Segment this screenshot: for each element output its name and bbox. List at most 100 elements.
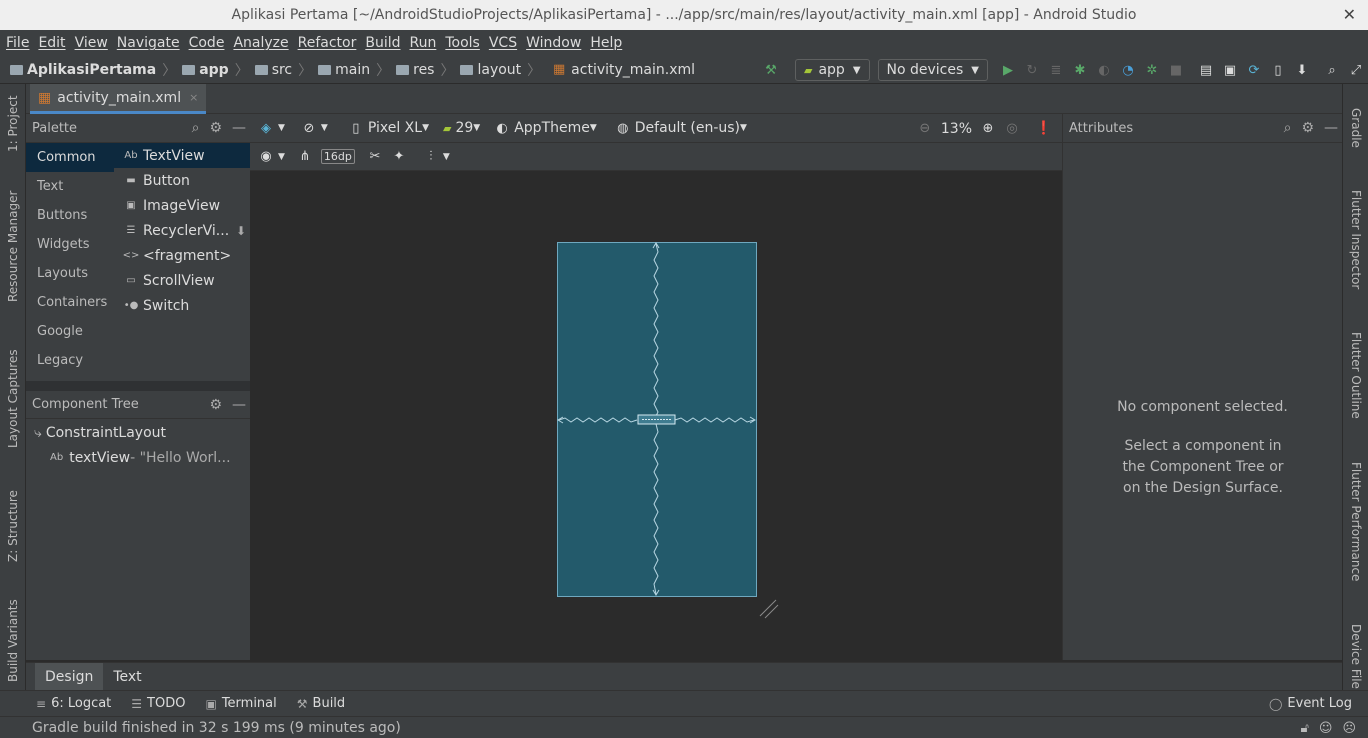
tool-event-log[interactable]: ◯ Event Log [1269, 696, 1352, 711]
guidelines-icon[interactable]: ⫶ [423, 149, 439, 165]
palette-item-textview[interactable]: Ab TextView [114, 143, 250, 168]
minimize-icon[interactable]: — [232, 397, 246, 413]
tool-resource-manager[interactable]: Resource Manager [6, 191, 20, 302]
minimize-icon[interactable]: — [1324, 120, 1338, 136]
sdk-download-icon[interactable]: ⬇ [1294, 62, 1310, 78]
eye-icon[interactable]: ◉ [258, 149, 274, 165]
tab-design[interactable]: Design [35, 662, 104, 691]
apply-changes-icon[interactable]: ↻ [1024, 62, 1040, 78]
orientation-icon[interactable]: ⊘ [301, 120, 317, 136]
tool-device-file[interactable]: Device File [1349, 624, 1363, 689]
palette-item-switch[interactable]: •● Switch [114, 293, 250, 318]
palette-category[interactable]: Google [26, 317, 114, 346]
tool-build-variants[interactable]: Build Variants [6, 599, 20, 682]
zoom-out-icon[interactable]: ⊖ [917, 121, 933, 137]
blueprint-screen[interactable] [557, 242, 757, 597]
palette-category[interactable]: Containers [26, 288, 114, 317]
panel-divider[interactable] [26, 381, 250, 391]
debug-icon[interactable]: ✱ [1072, 62, 1088, 78]
palette-item-button[interactable]: ▬ Button [114, 168, 250, 193]
tool-project[interactable]: 1: Project [6, 95, 20, 152]
close-window-icon[interactable]: ✕ [1343, 5, 1356, 24]
tool-flutter-outline[interactable]: Flutter Outline [1349, 332, 1363, 419]
design-surface-icon[interactable]: ◈ [258, 120, 274, 136]
attach-debugger-icon[interactable]: ✲ [1144, 62, 1160, 78]
menu-run[interactable]: Run [410, 35, 437, 51]
coverage-icon[interactable]: ◐ [1096, 62, 1112, 78]
tool-terminal[interactable]: ▣ Terminal [205, 696, 276, 711]
lock-icon[interactable]: 🔓︎ [1300, 721, 1308, 736]
breadcrumb-file[interactable]: ▦ activity_main.xml [547, 62, 695, 78]
palette-category[interactable]: Text [26, 172, 114, 201]
menu-tools[interactable]: Tools [445, 35, 480, 51]
menu-vcs[interactable]: VCS [489, 35, 517, 51]
theme-select[interactable]: AppTheme [514, 120, 590, 136]
palette-category[interactable]: Widgets [26, 230, 114, 259]
palette-category[interactable]: Buttons [26, 201, 114, 230]
zoom-fit-icon[interactable]: ◎ [1004, 121, 1020, 137]
tool-layout-captures[interactable]: Layout Captures [6, 349, 20, 448]
gear-icon[interactable]: ⚙ [209, 120, 222, 136]
locale-select[interactable]: Default (en-us) [635, 120, 740, 136]
run-icon[interactable]: ▶ [1000, 62, 1016, 78]
menu-edit[interactable]: Edit [38, 35, 65, 51]
menu-navigate[interactable]: Navigate [117, 35, 180, 51]
menu-view[interactable]: View [75, 35, 108, 51]
tree-node-textview[interactable]: Ab textView - "Hello Worl... [26, 445, 250, 470]
menu-code[interactable]: Code [189, 35, 225, 51]
smiley-icon[interactable]: ☺ [1319, 721, 1333, 736]
palette-category[interactable]: Legacy [26, 346, 114, 375]
tool-build[interactable]: ⚒ Build [297, 696, 345, 711]
download-icon[interactable]: ⬇ [236, 224, 246, 238]
autoconnect-icon[interactable]: ⋔ [297, 149, 313, 165]
tool-flutter-performance[interactable]: Flutter Performance [1349, 462, 1363, 581]
warning-icon[interactable]: ❗ [1036, 121, 1052, 137]
sync-gradle-icon[interactable]: ⟳ [1246, 62, 1262, 78]
tool-logcat[interactable]: ≡ 6: Logcat [36, 696, 111, 711]
tool-flutter-inspector[interactable]: Flutter Inspector [1349, 190, 1363, 289]
menu-build[interactable]: Build [365, 35, 400, 51]
breadcrumb-src[interactable]: src 〉 [254, 60, 312, 80]
expand-icon[interactable]: ⤢ [1348, 62, 1364, 78]
minimize-icon[interactable]: — [232, 120, 246, 136]
infer-constraints-icon[interactable]: ✦ [391, 149, 407, 165]
breadcrumb-res[interactable]: res 〉 [396, 60, 454, 80]
tool-gradle[interactable]: Gradle [1349, 108, 1363, 148]
gear-icon[interactable]: ⚙ [1301, 120, 1314, 136]
profile-icon[interactable]: ◔ [1120, 62, 1136, 78]
search-icon[interactable]: ⌕ [1324, 62, 1340, 78]
zoom-in-icon[interactable]: ⊕ [980, 121, 996, 137]
palette-item-imageview[interactable]: ▣ ImageView [114, 193, 250, 218]
tool-structure[interactable]: Z: Structure [6, 490, 20, 562]
palette-item-fragment[interactable]: <> <fragment> [114, 243, 250, 268]
clear-constraints-icon[interactable]: ✂ [367, 149, 383, 165]
search-icon[interactable]: ⌕ [192, 120, 200, 136]
avd-manager-icon[interactable]: ▯ [1270, 62, 1286, 78]
palette-item-scrollview[interactable]: ▭ ScrollView [114, 268, 250, 293]
close-tab-icon[interactable]: × [189, 91, 198, 104]
palette-item-recyclerview[interactable]: ☰ RecyclerVi... ⬇ [114, 218, 250, 243]
device-select[interactable]: Pixel XL [368, 120, 422, 136]
tab-text[interactable]: Text [103, 663, 151, 691]
tree-node-constraintlayout[interactable]: ⤷ ConstraintLayout [26, 420, 250, 445]
palette-category[interactable]: Common [26, 143, 114, 172]
device-select[interactable]: No devices ▼ [877, 59, 988, 81]
menu-window[interactable]: Window [526, 35, 581, 51]
menu-file[interactable]: File [6, 35, 29, 51]
menu-refactor[interactable]: Refactor [298, 35, 357, 51]
search-icon[interactable]: ⌕ [1284, 120, 1292, 136]
breadcrumb-project[interactable]: AplikasiPertama 〉 [10, 60, 176, 80]
menu-analyze[interactable]: Analyze [233, 35, 288, 51]
palette-category[interactable]: Layouts [26, 259, 114, 288]
breadcrumb-main[interactable]: main 〉 [318, 60, 390, 80]
default-margin-select[interactable]: 16dp [320, 149, 355, 164]
menu-help[interactable]: Help [590, 35, 622, 51]
apply-code-changes-icon[interactable]: ≣ [1048, 62, 1064, 78]
resize-handle-icon[interactable] [758, 598, 780, 620]
sdk-manager-icon[interactable]: ▣ [1222, 62, 1238, 78]
breadcrumb-layout[interactable]: layout 〉 [460, 60, 541, 80]
breadcrumb-app[interactable]: app 〉 [182, 60, 249, 80]
project-structure-icon[interactable]: ▤ [1198, 62, 1214, 78]
tool-todo[interactable]: ☰ TODO [131, 696, 185, 711]
stop-icon[interactable]: ■ [1168, 62, 1184, 78]
